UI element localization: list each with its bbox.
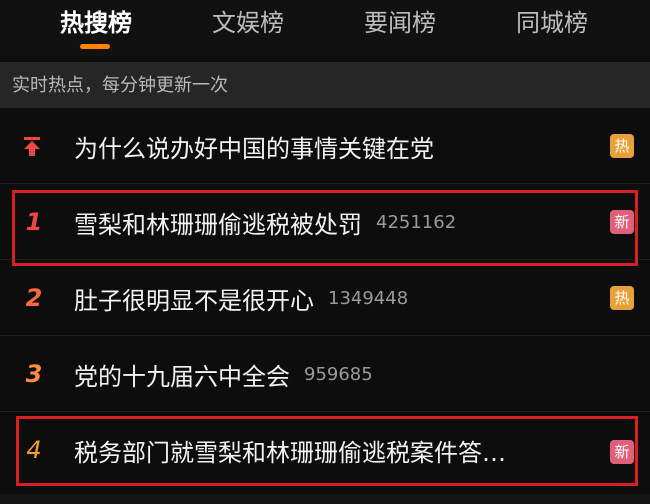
list-item-rank-3[interactable]: 3 党的十九届六中全会 959685: [0, 336, 650, 412]
tab-news[interactable]: 要闻榜: [364, 6, 436, 40]
rank-number: 1: [25, 208, 43, 236]
heat-count: 1349448: [328, 287, 409, 309]
list-item-content: 税务部门就雪梨和林珊珊偷逃税案件答…: [74, 412, 580, 488]
list-item-title: 税务部门就雪梨和林珊珊偷逃税案件答…: [74, 438, 506, 467]
tab-hot-search[interactable]: 热搜榜: [60, 6, 132, 40]
tab-bar: 热搜榜 文娱榜 要闻榜 同城榜: [0, 0, 650, 56]
list-item-rank-4[interactable]: 4 税务部门就雪梨和林珊珊偷逃税案件答… 新: [0, 412, 650, 488]
hot-badge: 热: [610, 286, 634, 310]
subheader-bar: 实时热点，每分钟更新一次: [0, 62, 650, 108]
list-item-title: 为什么说办好中国的事情关键在党: [74, 134, 434, 163]
list-item-content: 肚子很明显不是很开心 1349448: [74, 260, 580, 336]
heat-count: 959685: [304, 363, 373, 385]
bottom-strip: [0, 494, 650, 504]
list-item-rank-1[interactable]: 1 雪梨和林珊珊偷逃税被处罚 4251162 新: [0, 184, 650, 260]
tab-entertainment[interactable]: 文娱榜: [212, 6, 284, 40]
pin-top-icon: [24, 137, 40, 156]
tab-local[interactable]: 同城榜: [516, 6, 588, 40]
active-tab-indicator: [80, 44, 110, 49]
list-item-title: 肚子很明显不是很开心: [74, 286, 314, 315]
hot-badge: 热: [610, 134, 634, 158]
subheader-text: 实时热点，每分钟更新一次: [12, 75, 228, 96]
new-badge: 新: [610, 440, 634, 464]
list-item-title: 党的十九届六中全会: [74, 362, 290, 391]
list-item-content: 为什么说办好中国的事情关键在党: [74, 108, 580, 184]
list-item-pinned[interactable]: 为什么说办好中国的事情关键在党 热: [0, 108, 650, 184]
rank-number: 3: [25, 360, 43, 388]
list-item-rank-2[interactable]: 2 肚子很明显不是很开心 1349448 热: [0, 260, 650, 336]
new-badge: 新: [610, 210, 634, 234]
list-item-content: 雪梨和林珊珊偷逃税被处罚 4251162: [74, 184, 580, 260]
rank-number: 4: [26, 436, 42, 464]
list-item-title: 雪梨和林珊珊偷逃税被处罚: [74, 210, 362, 239]
rank-number: 2: [25, 284, 43, 312]
list-item-content: 党的十九届六中全会 959685: [74, 336, 580, 412]
heat-count: 4251162: [376, 211, 457, 233]
